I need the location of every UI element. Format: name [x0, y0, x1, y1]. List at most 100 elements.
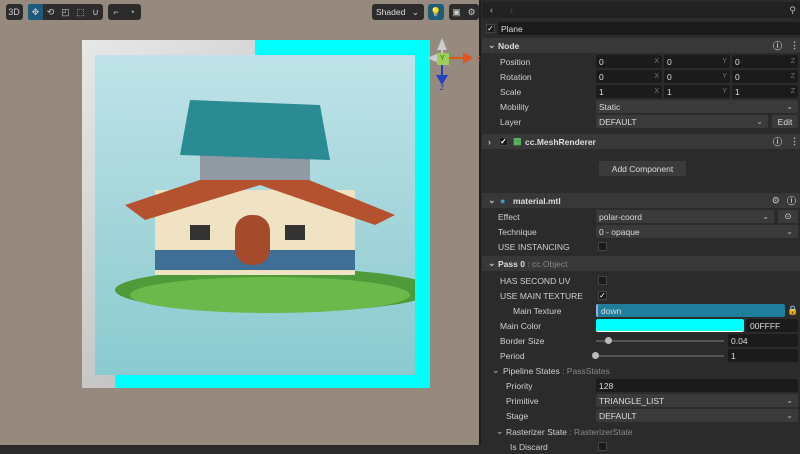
period-slider-track[interactable] [596, 355, 724, 357]
mobility-row: Mobility Static ⌄ [482, 99, 800, 114]
toolbar-group-3d: 3D [6, 4, 23, 20]
material-header[interactable]: ⌄ ● material.mtl ⊙ ⓘ [482, 193, 800, 208]
chevron-down-icon: ⌄ [488, 258, 496, 268]
shading-select[interactable]: Shaded ⌄ [372, 4, 424, 20]
rasterizer-state-header[interactable]: ⌄ Rasterizer State : RasterizerState [482, 424, 800, 439]
node-active-checkbox[interactable]: ✓ [486, 24, 495, 33]
value: TRIANGLE_LIST [599, 395, 665, 406]
main-color-hex-input[interactable]: 00FFFF [746, 319, 798, 332]
rect-tool-icon[interactable]: ⬚ [73, 4, 88, 20]
node-name-input[interactable]: Plane [498, 22, 800, 35]
layer-label: Layer [500, 116, 522, 127]
locate-icon[interactable]: ⊙ [772, 195, 780, 206]
technique-select[interactable]: 0 - opaque ⌄ [596, 225, 798, 238]
effect-select[interactable]: polar-coord ⌄ [596, 210, 774, 223]
use-instancing-checkbox[interactable] [598, 242, 607, 251]
axis-label: Y [722, 88, 727, 95]
chevron-down-icon: ⌄ [488, 195, 496, 205]
rotation-z-input[interactable]: 0Z [732, 70, 798, 83]
use-instancing-row: USE INSTANCING [482, 239, 800, 254]
is-discard-checkbox[interactable] [598, 442, 607, 451]
use-main-texture-checkbox[interactable]: ✓ [598, 291, 607, 300]
border-size-slider-track[interactable] [596, 340, 724, 342]
priority-row: Priority 128 [482, 378, 800, 393]
transform-gizmo[interactable]: X Y Z [425, 35, 485, 90]
chevron-down-icon: ⌄ [762, 212, 769, 221]
use-main-texture-row: USE MAIN TEXTURE ✓ [482, 288, 800, 303]
scale-x-input[interactable]: 1X [596, 85, 662, 98]
mesh-renderer-enabled-checkbox[interactable]: ✓ [499, 137, 508, 146]
chevron-down-icon: ⌄ [786, 411, 793, 420]
scale-tool-icon[interactable]: ◰ [58, 4, 73, 20]
move-tool-icon[interactable]: ✥ [28, 4, 43, 20]
gear-icon[interactable]: ⚙ [464, 4, 479, 20]
main-texture-label: Main Texture [513, 305, 562, 316]
position-z-input[interactable]: 0Z [732, 55, 798, 68]
layer-edit-button[interactable]: Edit [772, 115, 798, 128]
value: 0 [599, 56, 604, 67]
pin-icon[interactable]: ⚲ [789, 5, 796, 16]
mobility-select[interactable]: Static ⌄ [596, 100, 798, 113]
camera-tools: ▣ ⚙ [449, 4, 479, 20]
scale-label: Scale [500, 86, 522, 97]
snap-magnet-icon[interactable]: ∪ [88, 4, 103, 20]
section-title: Rasterizer State [506, 426, 567, 437]
cyan-border [115, 375, 430, 388]
3d-toggle-button[interactable]: 3D [6, 4, 22, 20]
value: 1 [667, 86, 672, 97]
border-size-slider-thumb[interactable] [605, 337, 612, 344]
main-color-swatch[interactable] [596, 319, 744, 332]
more-icon[interactable]: ⋮ [790, 40, 799, 51]
section-title: Node [498, 40, 520, 51]
pass-0-header[interactable]: ⌄ Pass 0 : cc.Object [482, 256, 800, 271]
section-type: : cc.Object [527, 258, 568, 269]
lighting-toggle[interactable]: 💡 [428, 4, 444, 20]
layer-select[interactable]: DEFAULT ⌄ [596, 115, 768, 128]
help-icon[interactable]: ⓘ [787, 194, 796, 207]
value: 1 [599, 86, 604, 97]
period-slider-thumb[interactable] [592, 352, 599, 359]
effect-label: Effect [498, 211, 520, 222]
border-size-input[interactable]: 0.04 [728, 334, 798, 347]
node-section-header[interactable]: ⌄ Node ⓘ ⋮ [482, 38, 800, 53]
priority-input[interactable]: 128 [596, 379, 798, 392]
value: 0 [667, 56, 672, 67]
forward-icon[interactable]: › [510, 5, 513, 15]
border-size-label: Border Size [500, 335, 545, 346]
value: DEFAULT [599, 410, 637, 421]
help-icon[interactable]: ⓘ [773, 39, 782, 52]
scale-y-input[interactable]: 1Y [664, 85, 730, 98]
pipeline-states-header[interactable]: ⌄ Pipeline States : PassStates [482, 363, 800, 378]
add-component-button[interactable]: Add Component [599, 161, 686, 176]
primitive-select[interactable]: TRIANGLE_LIST ⌄ [596, 394, 798, 407]
lock-icon[interactable]: 🔒 [787, 305, 798, 316]
position-x-input[interactable]: 0X [596, 55, 662, 68]
rotation-x-input[interactable]: 0X [596, 70, 662, 83]
section-title: Pipeline States [503, 365, 560, 376]
stage-label: Stage [506, 410, 529, 421]
scale-z-input[interactable]: 1Z [732, 85, 798, 98]
axis-label: Y [722, 73, 727, 80]
pivot-icon[interactable]: ⌐ [108, 4, 124, 20]
section-title: Pass 0 [498, 258, 525, 269]
stage-select[interactable]: DEFAULT ⌄ [596, 409, 798, 422]
has-second-uv-checkbox[interactable] [598, 276, 607, 285]
rotation-y-input[interactable]: 0Y [664, 70, 730, 83]
scene-viewport[interactable]: 3D ✥ ⟲ ◰ ⬚ ∪ ⌐ ◔ Shaded ⌄ 💡 ▣ ⚙ X Y Z [0, 0, 481, 445]
value: 0 [599, 71, 604, 82]
camera-icon[interactable]: ▣ [449, 4, 464, 20]
back-icon[interactable]: ‹ [490, 5, 493, 15]
help-icon[interactable]: ⓘ [773, 135, 782, 148]
more-icon[interactable]: ⋮ [790, 136, 799, 147]
chevron-down-icon: ⌄ [496, 426, 504, 436]
global-local-icon[interactable]: ◔ [124, 4, 140, 20]
effect-locate-button[interactable]: ⊙ [778, 210, 798, 223]
is-discard-label: Is Discard [510, 441, 548, 452]
chevron-down-icon: ⌄ [492, 365, 500, 375]
rotate-tool-icon[interactable]: ⟲ [43, 4, 58, 20]
position-y-input[interactable]: 0Y [664, 55, 730, 68]
pivot-tools: ⌐ ◔ [108, 4, 141, 20]
main-texture-asset-field[interactable]: down [596, 304, 785, 317]
mesh-renderer-header[interactable]: › ✓ ▦ cc.MeshRenderer ⓘ ⋮ [482, 134, 800, 149]
period-input[interactable]: 1 [728, 349, 798, 362]
